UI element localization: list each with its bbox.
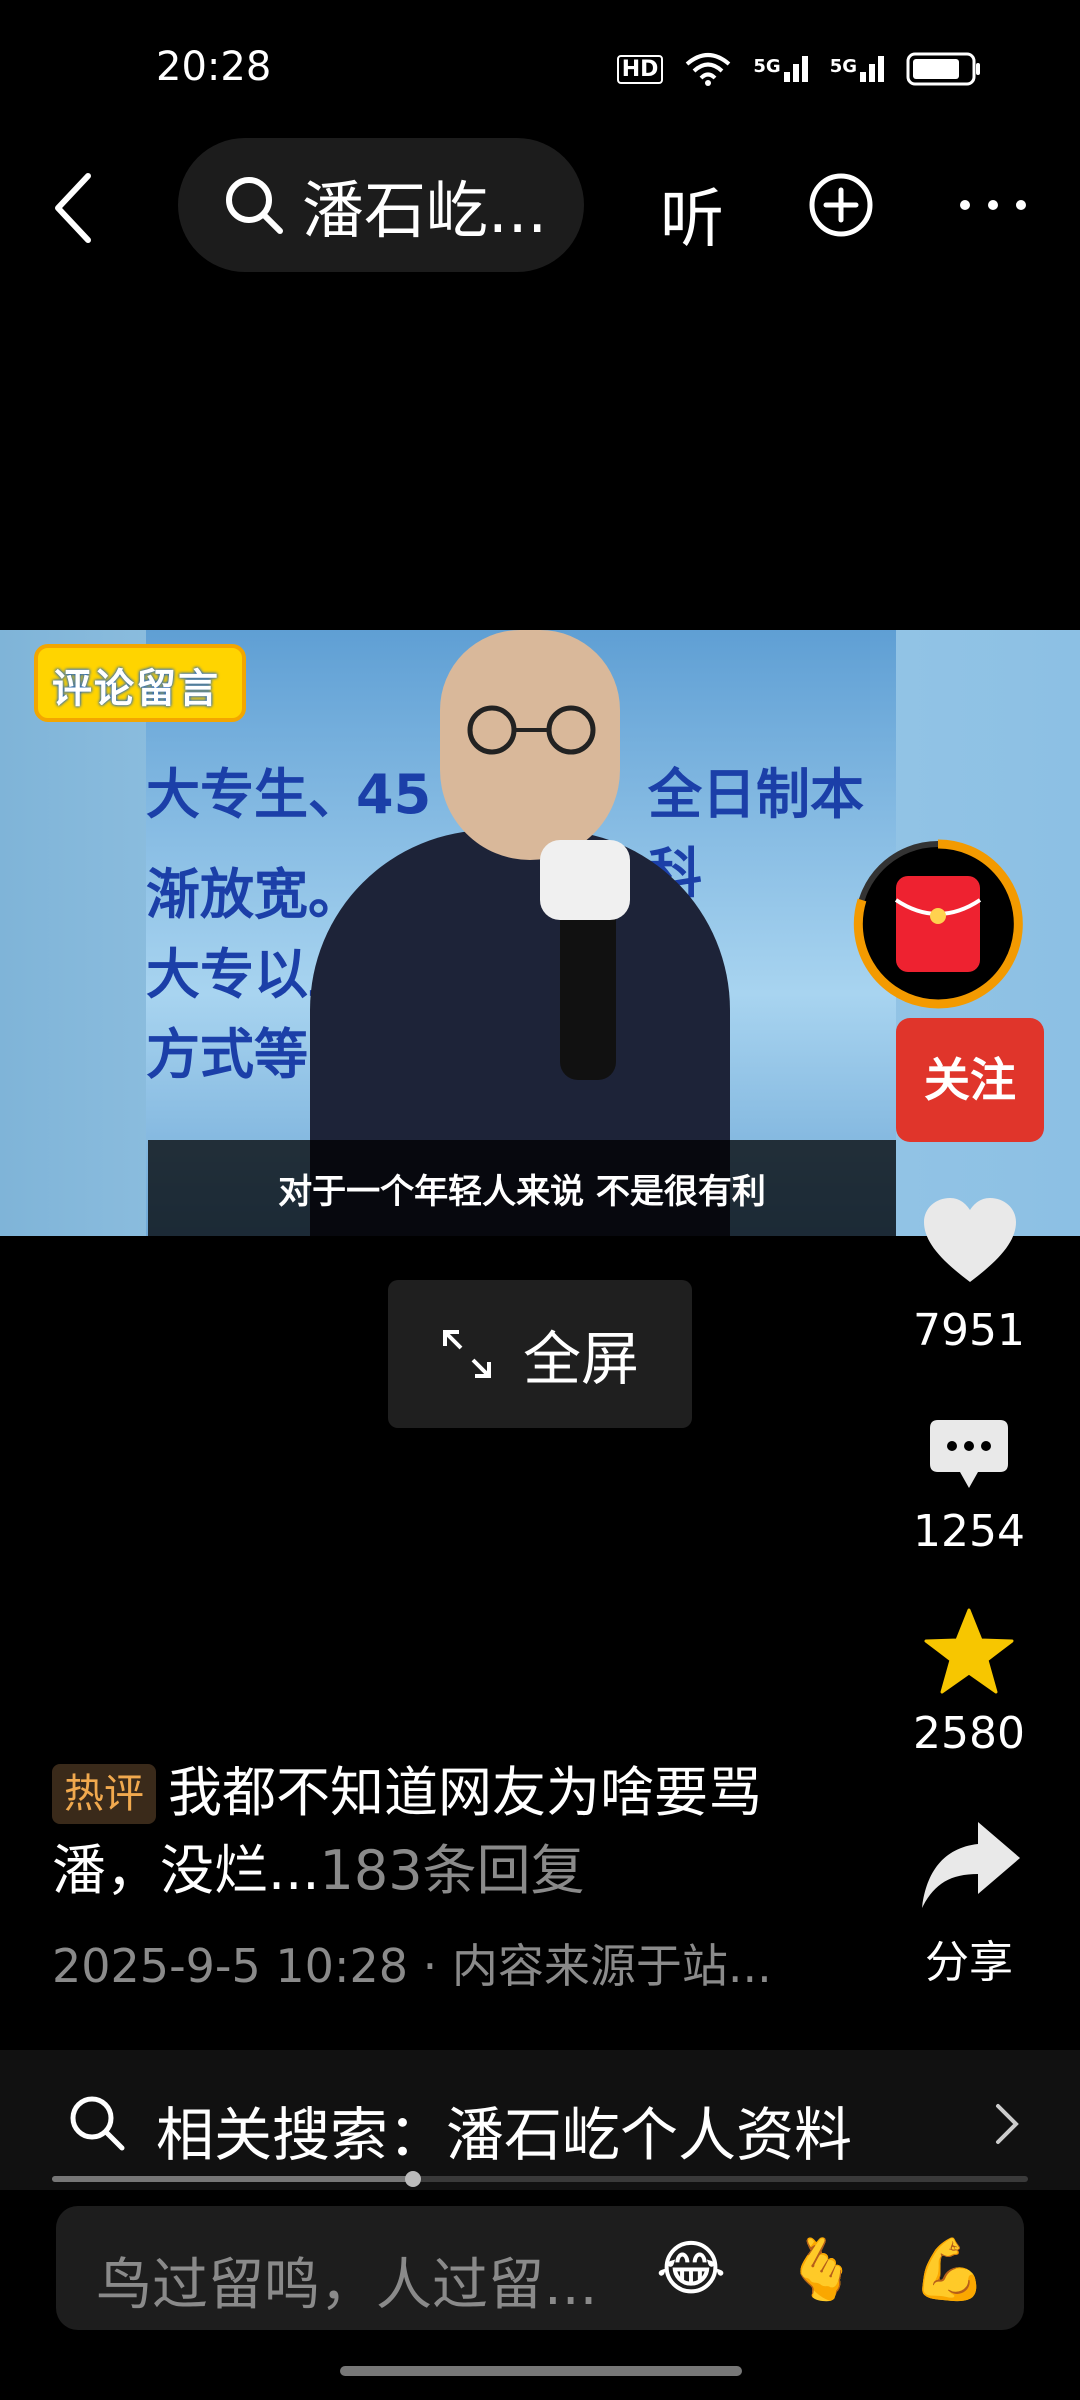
add-button[interactable] — [808, 172, 874, 238]
follow-button[interactable]: 关注 — [896, 1018, 1044, 1142]
network-type-label: 5G — [829, 56, 857, 77]
signal-1-icon: 5G — [753, 56, 808, 82]
hot-comment[interactable]: 热评 我都不知道网友为啥要骂潘，没烂...183条回复 — [52, 1754, 832, 1910]
video-subtitle: 对于一个年轻人来说 不是很有利 — [278, 1172, 766, 1212]
search-icon — [70, 2096, 125, 2151]
status-time: 20:28 — [156, 44, 272, 90]
fullscreen-button[interactable]: 全屏 — [388, 1280, 692, 1428]
status-icons: HD 5G 5G — [616, 52, 982, 86]
comment-badge: 评论留言 — [34, 644, 246, 722]
red-packet-icon[interactable] — [852, 838, 1024, 1010]
microphone-flag — [540, 840, 630, 920]
finger-heart-emoji-icon[interactable]: 🫰 — [784, 2234, 859, 2305]
hot-comment-tag: 热评 — [52, 1764, 156, 1824]
glasses-icon — [467, 705, 596, 755]
comment-input[interactable]: 鸟过留鸣，人过留... 😂 🫰 💪 — [56, 2206, 1024, 2330]
signal-2-icon: 5G — [830, 56, 884, 82]
comment-icon[interactable] — [928, 1418, 1010, 1492]
fullscreen-label: 全屏 — [522, 1325, 639, 1393]
search-query: 潘石屹... — [302, 174, 548, 247]
subtitle-bar: 对于一个年轻人来说 不是很有利 — [148, 1140, 896, 1236]
battery-icon — [906, 52, 980, 86]
share-label: 分享 — [925, 1937, 1013, 1988]
screen-text: 大专生、 — [146, 763, 362, 826]
flexed-biceps-emoji-icon[interactable]: 💪 — [912, 2234, 987, 2305]
screen-text: 方式等 — [146, 1023, 308, 1086]
chevron-right-icon — [996, 2104, 1019, 2144]
search-box[interactable]: 潘石屹... — [178, 138, 584, 272]
related-search-bar[interactable]: 相关搜索：潘石屹个人资料 — [0, 2050, 1080, 2190]
comment-placeholder: 鸟过留鸣，人过留... — [96, 2253, 598, 2318]
favorite-count: 2580 — [913, 1708, 1025, 1759]
wifi-icon — [686, 53, 731, 86]
progress-fill — [52, 2176, 414, 2182]
like-icon[interactable] — [922, 1196, 1018, 1286]
listen-button[interactable]: 听 — [660, 168, 724, 260]
more-options-button[interactable] — [956, 190, 1030, 220]
progress-handle[interactable] — [405, 2171, 422, 2187]
screen-text: 渐放宽。 — [146, 863, 362, 926]
laughing-emoji-icon[interactable]: 😂 — [656, 2234, 726, 2304]
share-icon[interactable] — [920, 1818, 1022, 1910]
video-progress-bar[interactable] — [52, 2171, 1028, 2187]
back-button[interactable] — [50, 168, 100, 248]
expand-icon — [442, 1330, 491, 1378]
comment-count: 1254 — [913, 1506, 1025, 1557]
hd-icon: HD — [616, 54, 664, 84]
badge-text: 评论留言 — [52, 666, 220, 712]
search-icon — [226, 177, 283, 234]
network-type-label: 5G — [753, 56, 781, 77]
reply-count[interactable]: 183条回复 — [320, 1839, 585, 1902]
home-indicator[interactable] — [340, 2366, 742, 2376]
related-search-label: 相关搜索：潘石屹个人资料 — [156, 2101, 853, 2169]
comment-meta: 2025-9-5 10:28 · 内容来源于站... — [52, 1939, 772, 1993]
favorite-star-icon[interactable] — [924, 1608, 1014, 1694]
like-count: 7951 — [913, 1305, 1025, 1356]
